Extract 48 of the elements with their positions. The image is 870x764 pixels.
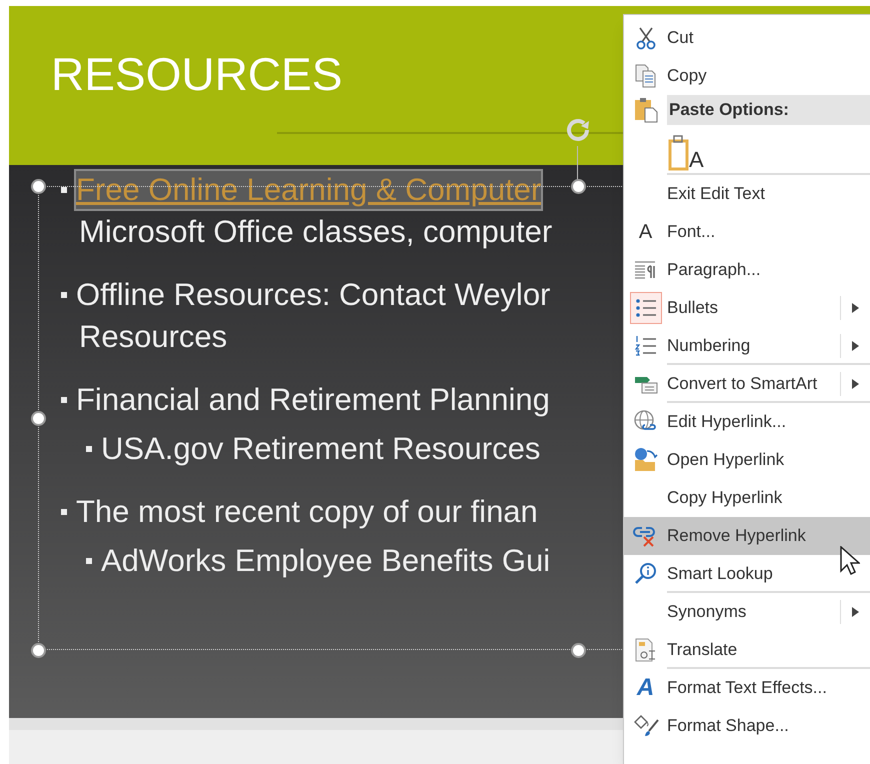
menu-item[interactable]: Translate	[624, 631, 870, 669]
keep-text-only-paste-button[interactable]: A	[667, 129, 704, 171]
menu-item[interactable]: Numbering	[624, 327, 870, 365]
paste-options-header: Paste Options:	[667, 95, 870, 125]
menu-item[interactable]: Edit Hyperlink...	[624, 403, 870, 441]
scissors-icon	[634, 26, 656, 50]
menu-item[interactable]: Remove Hyperlink	[624, 517, 870, 555]
bullet-text: USA.gov Retirement Resources	[101, 430, 540, 468]
menu-item[interactable]: Open Hyperlink	[624, 441, 870, 479]
paint-bucket-brush-icon	[632, 714, 660, 738]
menu-item[interactable]: Exit Edit Text	[624, 175, 870, 213]
menu-item[interactable]: Convert to SmartArt	[624, 365, 870, 403]
submenu-arrow-icon	[852, 303, 859, 313]
menu-item[interactable]: Synonyms	[624, 593, 870, 631]
translate-icon	[634, 637, 658, 663]
menu-item[interactable]: Paragraph...	[624, 251, 870, 289]
bullet-text: Financial and Retirement Planning	[76, 381, 550, 419]
bullet-text: Microsoft Office classes, computer	[79, 213, 552, 251]
menu-item[interactable]: Copy	[624, 57, 870, 95]
slide-title: RESOURCES	[51, 47, 342, 102]
letter-glyph-icon: A	[636, 670, 654, 706]
submenu-arrow-icon	[852, 341, 859, 351]
menu-item[interactable]: Smart Lookup	[624, 555, 870, 593]
bullet-mark	[86, 558, 92, 564]
globe-folder-icon	[632, 447, 658, 473]
submenu-arrow-icon	[852, 607, 859, 617]
bullet-text: The most recent copy of our finan	[76, 493, 538, 531]
bullet-text: Offline Resources: Contact Weylor	[76, 276, 550, 314]
magnifier-info-icon	[634, 562, 658, 586]
bullet-text: Resources	[79, 318, 228, 356]
clipboard-icon	[632, 96, 658, 124]
letter-glyph-icon: A	[638, 217, 652, 247]
numbered-list-icon	[632, 334, 658, 358]
bullet-text: AdWorks Employee Benefits Gui	[101, 542, 550, 580]
menu-item[interactable]: A Font...	[624, 213, 870, 251]
submenu-arrow-icon	[852, 379, 859, 389]
bullet-mark	[61, 292, 67, 298]
bullet-mark	[86, 446, 92, 452]
copy-icon	[634, 63, 658, 89]
menu-item[interactable]: Format Shape...	[624, 707, 870, 745]
menu-item[interactable]: Copy Hyperlink	[624, 479, 870, 517]
bullet-mark	[61, 509, 67, 515]
mouse-cursor-icon	[840, 546, 860, 576]
menu-item[interactable]: Bullets	[624, 289, 870, 327]
bullet-mark	[61, 397, 67, 403]
menu-item[interactable]: Cut	[624, 19, 870, 57]
menu-item[interactable]: A Format Text Effects...	[624, 669, 870, 707]
bullet-mark	[61, 187, 67, 193]
